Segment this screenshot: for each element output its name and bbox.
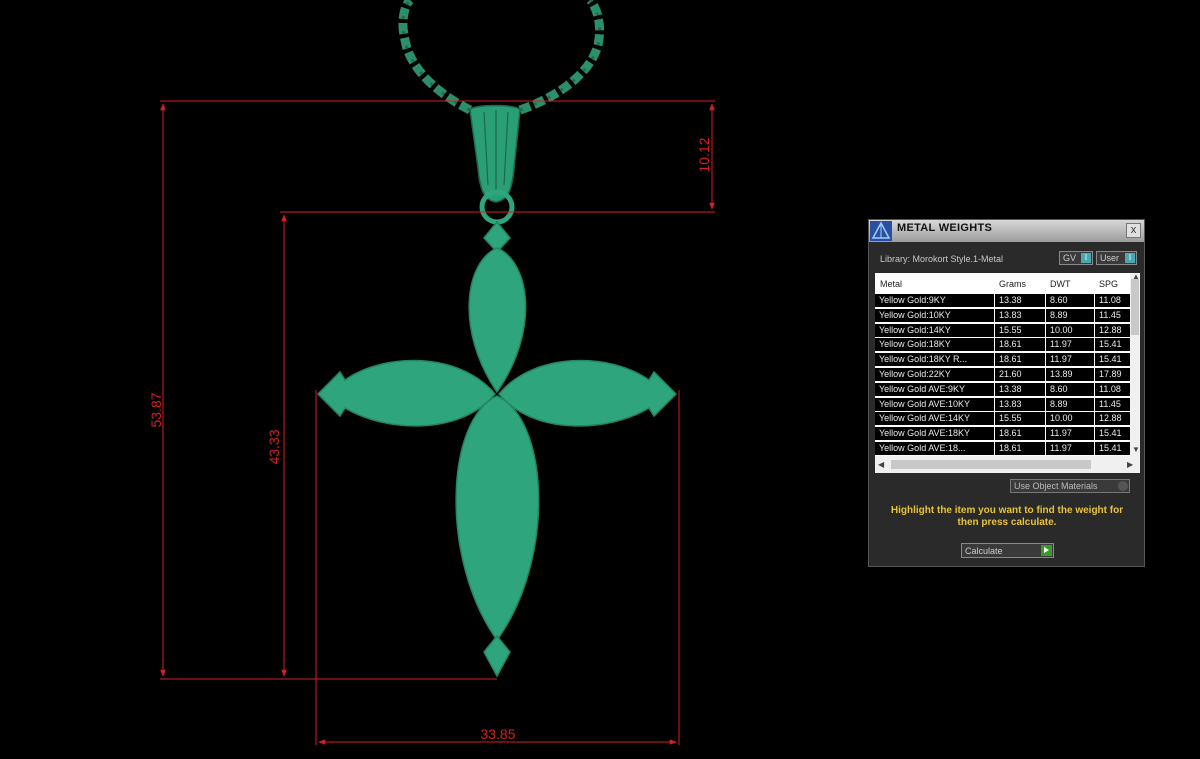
app-logo-icon <box>870 221 892 241</box>
grams-cell: 18.61 <box>995 338 1045 352</box>
cross-width-label: 33.85 <box>480 726 515 742</box>
grams-cell: 13.83 <box>995 397 1045 411</box>
panel-titlebar[interactable]: METAL WEIGHTS x <box>869 220 1144 242</box>
gv-toggle[interactable]: GV I <box>1059 251 1093 265</box>
dwt-cell: 11.97 <box>1046 427 1094 441</box>
scroll-right-icon[interactable]: ▶ <box>1127 460 1133 469</box>
grams-cell: 21.60 <box>995 367 1045 381</box>
column-header-grams[interactable]: Grams <box>999 279 1026 289</box>
dwt-cell: 13.89 <box>1046 367 1094 381</box>
cross-height-label: 43.33 <box>266 429 282 464</box>
metal-cell: Yellow Gold AVE:9KY <box>875 382 994 396</box>
dwt-cell: 10.00 <box>1046 323 1094 337</box>
dwt-cell: 8.60 <box>1046 294 1094 307</box>
vertical-scroll-thumb[interactable] <box>1131 279 1139 335</box>
horizontal-scroll-thumb[interactable] <box>891 460 1091 469</box>
table-row[interactable]: Yellow Gold:18KY R... 18.61 11.97 15.41 <box>875 352 1130 367</box>
metal-cell: Yellow Gold AVE:10KY <box>875 397 994 411</box>
metal-cell: Yellow Gold AVE:18KY <box>875 427 994 441</box>
gv-toggle-knob-icon: I <box>1081 253 1091 263</box>
bail-height-label: 10.12 <box>696 137 712 172</box>
table-row[interactable]: Yellow Gold AVE:14KY 15.55 10.00 12.88 <box>875 411 1130 426</box>
spg-cell: 11.45 <box>1095 397 1130 411</box>
table-body: Yellow Gold:9KY 13.38 8.60 11.08 Yellow Gold… <box>875 293 1130 456</box>
dwt-cell: 8.60 <box>1046 382 1094 396</box>
use-object-materials-button[interactable]: Use Object Materials <box>1010 479 1130 493</box>
user-toggle-knob-icon: I <box>1125 253 1135 263</box>
dwt-cell: 11.97 <box>1046 338 1094 352</box>
table-row[interactable]: Yellow Gold:9KY 13.38 8.60 11.08 <box>875 293 1130 308</box>
calculate-button[interactable]: Calculate <box>961 543 1054 558</box>
total-height-label: 53.87 <box>148 392 164 427</box>
gv-toggle-label: GV <box>1063 253 1077 263</box>
spg-cell: 12.88 <box>1095 412 1130 426</box>
spg-cell: 15.41 <box>1095 441 1130 455</box>
play-icon <box>1041 545 1052 556</box>
spg-cell: 15.41 <box>1095 427 1130 441</box>
grams-cell: 15.55 <box>995 323 1045 337</box>
dwt-cell: 11.97 <box>1046 441 1094 455</box>
spg-cell: 11.08 <box>1095 294 1130 307</box>
column-header-metal[interactable]: Metal <box>880 279 902 289</box>
dwt-cell: 10.00 <box>1046 412 1094 426</box>
grams-cell: 13.38 <box>995 294 1045 307</box>
metal-cell: Yellow Gold AVE:14KY <box>875 412 994 426</box>
spg-cell: 15.41 <box>1095 353 1130 367</box>
grams-cell: 13.83 <box>995 308 1045 322</box>
spg-cell: 17.89 <box>1095 367 1130 381</box>
user-toggle[interactable]: User I <box>1096 251 1137 265</box>
metal-cell: Yellow Gold:22KY <box>875 367 994 381</box>
metal-cell: Yellow Gold AVE:18... <box>875 441 994 455</box>
table-header: Metal Grams DWT SPG <box>875 273 1130 293</box>
grams-cell: 18.61 <box>995 427 1045 441</box>
pendant-bail <box>469 104 521 225</box>
table-row[interactable]: Yellow Gold AVE:9KY 13.38 8.60 11.08 <box>875 382 1130 397</box>
table-row[interactable]: Yellow Gold AVE:10KY 13.83 8.89 11.45 <box>875 397 1130 412</box>
column-header-spg[interactable]: SPG <box>1099 279 1118 289</box>
horizontal-scrollbar[interactable]: ◀ ▶ <box>875 456 1140 473</box>
calculate-label: Calculate <box>965 546 1003 556</box>
metal-cell: Yellow Gold:9KY <box>875 294 994 307</box>
library-label: Library: Morokort Style.1-Metal <box>880 254 1004 264</box>
instruction-text: Highlight the item you want to find the … <box>890 505 1124 528</box>
spg-cell: 11.08 <box>1095 382 1130 396</box>
spg-cell: 11.45 <box>1095 308 1130 322</box>
metal-table: Metal Grams DWT SPG Yellow Gold:9KY 13.38… <box>875 273 1140 473</box>
dwt-cell: 11.97 <box>1046 353 1094 367</box>
panel-title: METAL WEIGHTS <box>897 222 993 234</box>
metal-cell: Yellow Gold:18KY R... <box>875 353 994 367</box>
table-row[interactable]: Yellow Gold:18KY 18.61 11.97 15.41 <box>875 337 1130 352</box>
table-row[interactable]: Yellow Gold:14KY 15.55 10.00 12.88 <box>875 323 1130 338</box>
user-toggle-label: User <box>1100 253 1120 263</box>
grams-cell: 13.38 <box>995 382 1045 396</box>
dropdown-circle-icon <box>1118 481 1128 491</box>
metal-cell: Yellow Gold:18KY <box>875 338 994 352</box>
cross-pendant <box>316 220 678 678</box>
dwt-cell: 8.89 <box>1046 397 1094 411</box>
spg-cell: 12.88 <box>1095 323 1130 337</box>
table-row[interactable]: Yellow Gold:22KY 21.60 13.89 17.89 <box>875 367 1130 382</box>
close-button[interactable]: x <box>1126 223 1141 238</box>
column-header-dwt[interactable]: DWT <box>1050 279 1071 289</box>
table-row[interactable]: Yellow Gold AVE:18KY 18.61 11.97 15.41 <box>875 426 1130 441</box>
metal-cell: Yellow Gold:14KY <box>875 323 994 337</box>
spg-cell: 15.41 <box>1095 338 1130 352</box>
dwt-cell: 8.89 <box>1046 308 1094 322</box>
grams-cell: 18.61 <box>995 353 1045 367</box>
scroll-left-icon[interactable]: ◀ <box>878 460 884 469</box>
pendant-chain <box>398 0 605 115</box>
scroll-down-icon[interactable]: ▼ <box>1132 445 1140 454</box>
metal-weights-panel: METAL WEIGHTS x Library: Morokort Style.… <box>868 219 1145 567</box>
table-row[interactable]: Yellow Gold:10KY 13.83 8.89 11.45 <box>875 308 1130 323</box>
vertical-scrollbar[interactable]: ▲ ▼ <box>1130 273 1140 456</box>
grams-cell: 15.55 <box>995 412 1045 426</box>
metal-cell: Yellow Gold:10KY <box>875 308 994 322</box>
table-row[interactable]: Yellow Gold AVE:18... 18.61 11.97 15.41 <box>875 441 1130 456</box>
use-object-materials-label: Use Object Materials <box>1014 481 1098 491</box>
grams-cell: 18.61 <box>995 441 1045 455</box>
